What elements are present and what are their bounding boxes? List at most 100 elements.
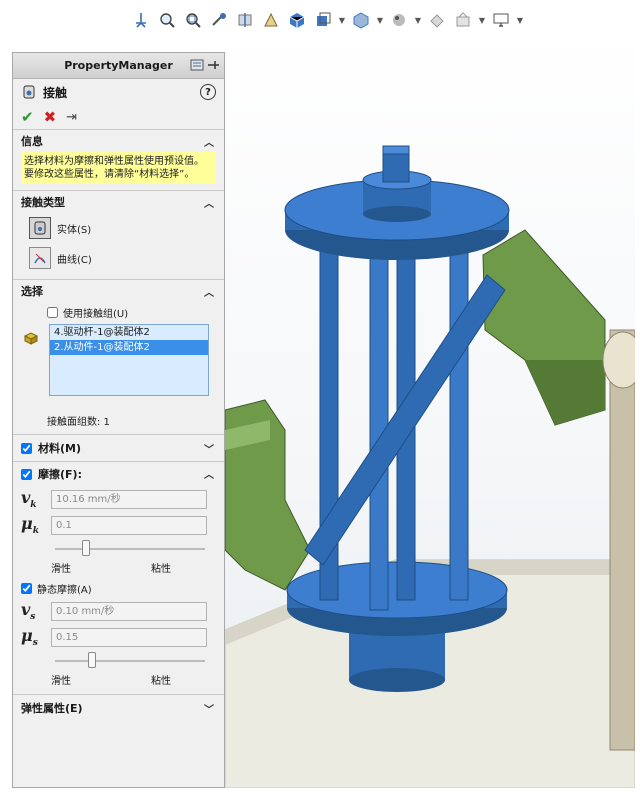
selection-list-row: 4.驱动杆-1@装配体2 2.从动件-1@装配体2 bbox=[13, 324, 224, 396]
feature-title-row: 接触 ? bbox=[13, 79, 224, 105]
elastic-header[interactable]: 弹性属性(E) ﹀ bbox=[13, 695, 224, 721]
chevron-down-icon[interactable]: ▼ bbox=[414, 9, 422, 31]
selection-list[interactable]: 4.驱动杆-1@装配体2 2.从动件-1@装配体2 bbox=[49, 324, 209, 396]
mk-field[interactable]: 0.1 bbox=[51, 515, 207, 535]
vs-row: vs 0.10 mm/秒 bbox=[13, 598, 224, 624]
static-friction-label: 静态摩擦(A) bbox=[37, 584, 92, 596]
info-section-header[interactable]: 信息 ︿ bbox=[13, 130, 224, 152]
chevron-down-icon[interactable]: ▼ bbox=[338, 9, 346, 31]
slip-label: 滑性 bbox=[51, 564, 71, 575]
chevron-down-icon[interactable]: ▼ bbox=[478, 9, 486, 31]
view-orient-icon[interactable] bbox=[130, 9, 152, 31]
info-title: 信息 bbox=[21, 135, 43, 148]
curve-contact-icon[interactable] bbox=[29, 247, 51, 269]
feature-title: 接触 bbox=[43, 85, 68, 100]
chevron-down-icon[interactable]: ﹀ bbox=[204, 701, 214, 716]
previous-view-icon[interactable] bbox=[208, 9, 230, 31]
use-contact-group-row: 使用接触组(U) bbox=[13, 302, 224, 322]
slider-track bbox=[55, 660, 205, 662]
stick-label: 粘性 bbox=[151, 676, 171, 687]
slider-thumb[interactable] bbox=[82, 540, 90, 556]
material-title: 材料(M) bbox=[38, 442, 82, 455]
cancel-button[interactable]: ✖ bbox=[44, 108, 57, 126]
monitor-icon[interactable] bbox=[490, 9, 512, 31]
ok-button[interactable]: ✔ bbox=[21, 108, 34, 126]
chevron-up-icon[interactable]: ︿ bbox=[204, 466, 214, 481]
vk-field[interactable]: 10.16 mm/秒 bbox=[51, 489, 207, 509]
slider-thumb[interactable] bbox=[88, 652, 96, 668]
display-style-icon[interactable] bbox=[312, 9, 334, 31]
pin-button[interactable]: ⇥ bbox=[66, 110, 77, 125]
static-friction-checkbox[interactable] bbox=[21, 582, 32, 594]
friction-section: 摩擦(F): ︿ vk 10.16 mm/秒 μk 0.1 滑性 粘性 静态摩擦… bbox=[13, 461, 224, 687]
mk-symbol: μk bbox=[21, 513, 39, 537]
curve-label: 曲线(C) bbox=[57, 254, 92, 266]
contact-type-section: 接触类型 ︿ 实体(S) 曲线(C) bbox=[13, 190, 224, 273]
slip-label: 滑性 bbox=[51, 676, 71, 687]
solid-label: 实体(S) bbox=[57, 224, 92, 236]
graphics-viewport[interactable] bbox=[225, 30, 635, 788]
selection-title: 选择 bbox=[21, 285, 43, 298]
action-row: ✔ ✖ ⇥ bbox=[13, 105, 224, 129]
material-header[interactable]: 材料(M) ﹀ bbox=[13, 435, 224, 461]
edit-appearance-icon[interactable] bbox=[388, 9, 410, 31]
chevron-down-icon[interactable]: ▼ bbox=[376, 9, 384, 31]
friction-slider-labels: 滑性 粘性 bbox=[51, 560, 171, 575]
zoom-area-icon[interactable] bbox=[182, 9, 204, 31]
contact-type-title: 接触类型 bbox=[21, 196, 65, 209]
chevron-down-icon[interactable]: ▼ bbox=[516, 9, 524, 31]
stick-label: 粘性 bbox=[151, 564, 171, 575]
use-contact-group-label: 使用接触组(U) bbox=[63, 308, 129, 320]
pushpin-icon[interactable] bbox=[206, 58, 220, 72]
static-friction-slider[interactable] bbox=[55, 650, 205, 672]
config-icon[interactable] bbox=[190, 58, 204, 72]
selection-section: 选择 ︿ 使用接触组(U) 4.驱动杆-1@装配体2 2.从动件-1@装配体2 … bbox=[13, 279, 224, 430]
section-view-icon[interactable] bbox=[234, 9, 256, 31]
help-icon[interactable]: ? bbox=[200, 84, 216, 100]
mk-row: μk 0.1 bbox=[13, 512, 224, 538]
contact-type-solid[interactable]: 实体(S) bbox=[13, 213, 224, 243]
vk-row: vk 10.16 mm/秒 bbox=[13, 486, 224, 512]
elastic-section: 弹性属性(E) ﹀ bbox=[13, 694, 224, 721]
contact-type-header[interactable]: 接触类型 ︿ bbox=[13, 191, 224, 213]
assembly-model bbox=[225, 145, 635, 788]
view-orientation-cube-icon[interactable] bbox=[286, 9, 308, 31]
friction-header[interactable]: 摩擦(F): ︿ bbox=[13, 462, 224, 486]
ms-row: μs 0.15 bbox=[13, 624, 224, 650]
ms-symbol: μs bbox=[21, 625, 38, 649]
vk-symbol: vk bbox=[21, 487, 37, 511]
material-section: 材料(M) ﹀ bbox=[13, 434, 224, 461]
chevron-down-icon[interactable]: ﹀ bbox=[204, 441, 214, 456]
material-checkbox[interactable] bbox=[21, 442, 32, 454]
static-slider-labels: 滑性 粘性 bbox=[51, 672, 171, 687]
list-item[interactable]: 4.驱动杆-1@装配体2 bbox=[50, 325, 208, 340]
friction-slider[interactable] bbox=[55, 538, 205, 560]
dynamic-annotation-icon[interactable] bbox=[260, 9, 282, 31]
use-contact-group-checkbox[interactable] bbox=[47, 306, 58, 318]
pm-header-title: PropertyManager bbox=[64, 59, 173, 72]
friction-checkbox[interactable] bbox=[21, 468, 32, 480]
elastic-title: 弹性属性(E) bbox=[21, 702, 83, 715]
apply-scene-icon[interactable] bbox=[426, 9, 448, 31]
hide-show-icon[interactable] bbox=[350, 9, 372, 31]
pm-header-tools bbox=[190, 58, 220, 72]
list-item[interactable]: 2.从动件-1@装配体2 bbox=[50, 340, 208, 355]
contact-type-curve[interactable]: 曲线(C) bbox=[13, 243, 224, 273]
view-toolbar: ▼ ▼ ▼ ▼ ▼ bbox=[130, 6, 524, 34]
chevron-up-icon[interactable]: ︿ bbox=[204, 195, 214, 210]
vs-symbol: vs bbox=[21, 599, 36, 623]
view-settings-icon[interactable] bbox=[452, 9, 474, 31]
slider-track bbox=[55, 548, 205, 550]
vs-field[interactable]: 0.10 mm/秒 bbox=[51, 601, 207, 621]
friction-title: 摩擦(F): bbox=[38, 468, 82, 481]
ms-field[interactable]: 0.15 bbox=[51, 627, 207, 647]
zoom-fit-icon[interactable] bbox=[156, 9, 178, 31]
property-manager-panel: PropertyManager 接触 ? ✔ ✖ ⇥ 信息 ︿ 选择材料为摩擦和… bbox=[12, 52, 225, 788]
static-friction-row: 静态摩擦(A) bbox=[13, 578, 224, 598]
selection-header[interactable]: 选择 ︿ bbox=[13, 280, 224, 302]
solid-contact-icon[interactable] bbox=[29, 217, 51, 239]
components-icon bbox=[23, 332, 39, 345]
chevron-up-icon[interactable]: ︿ bbox=[204, 284, 214, 299]
chevron-up-icon[interactable]: ︿ bbox=[204, 134, 214, 149]
property-manager-header: PropertyManager bbox=[13, 53, 224, 79]
